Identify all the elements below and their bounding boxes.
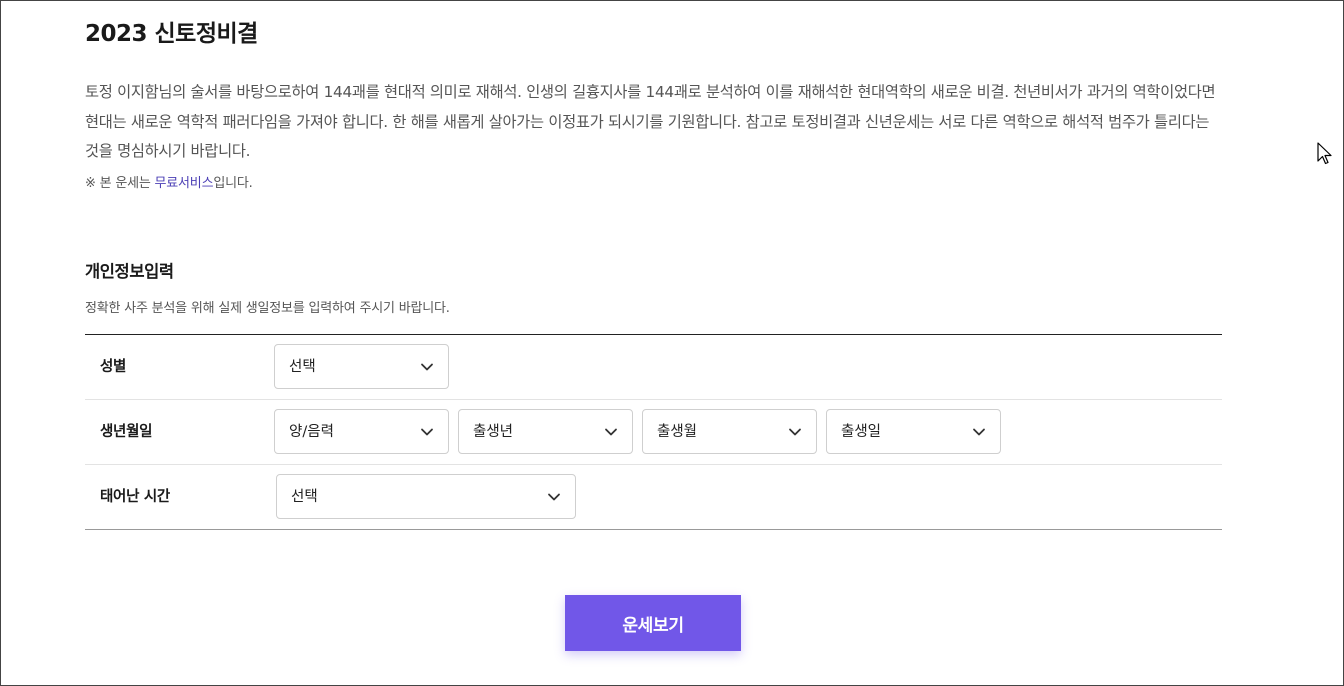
birth-time-value: 선택: [291, 489, 318, 505]
mouse-pointer-icon: [1317, 142, 1332, 165]
chevron-down-icon: [548, 493, 560, 501]
gender-label: 성별: [100, 359, 127, 375]
personal-info-form: 성별 선택 생년월일 양/음력 출생년 출생월 출생일 태어난 시간 선택: [85, 334, 1222, 530]
birth-month-value: 출생월: [657, 424, 698, 440]
birth-month-select[interactable]: 출생월: [642, 409, 817, 454]
service-notice: ※ 본 운세는 무료서비스입니다.: [85, 172, 253, 191]
gender-select-value: 선택: [289, 359, 316, 375]
birthdate-row: 생년월일 양/음력 출생년 출생월 출생일: [85, 400, 1222, 465]
birth-day-value: 출생일: [841, 424, 882, 440]
birth-year-select[interactable]: 출생년: [458, 409, 633, 454]
calendar-type-value: 양/음력: [289, 424, 334, 440]
chevron-down-icon: [421, 428, 433, 436]
page-title: 2023 신토정비결: [85, 21, 258, 47]
section-title: 개인정보입력: [85, 262, 174, 281]
chevron-down-icon: [421, 363, 433, 371]
chevron-down-icon: [605, 428, 617, 436]
notice-suffix: 입니다.: [213, 176, 253, 191]
birthdate-label: 생년월일: [100, 424, 153, 440]
birth-time-row: 태어난 시간 선택: [85, 465, 1222, 530]
chevron-down-icon: [789, 428, 801, 436]
free-service-link[interactable]: 무료서비스: [155, 176, 214, 191]
gender-select[interactable]: 선택: [274, 344, 449, 389]
section-description: 정확한 사주 분석을 위해 실제 생일정보를 입력하여 주시기 바랍니다.: [85, 301, 450, 316]
birth-day-select[interactable]: 출생일: [826, 409, 1001, 454]
calendar-type-select[interactable]: 양/음력: [274, 409, 449, 454]
chevron-down-icon: [973, 428, 985, 436]
birth-time-select[interactable]: 선택: [276, 474, 576, 519]
fortune-submit-button[interactable]: 운세보기: [565, 595, 741, 651]
page-description: 토정 이지함님의 술서를 바탕으로하여 144괘를 현대적 의미로 재해석. 인…: [85, 83, 1216, 160]
gender-row: 성별 선택: [85, 335, 1222, 400]
birth-year-value: 출생년: [473, 424, 514, 440]
birth-time-label: 태어난 시간: [100, 489, 170, 505]
notice-prefix: ※ 본 운세는: [85, 176, 155, 191]
